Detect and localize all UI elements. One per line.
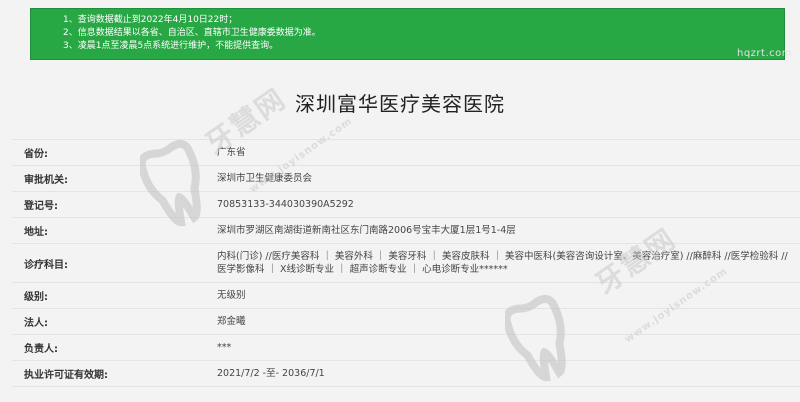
row-label: 级别: [24,292,48,303]
row-label: 执业许可证有效期: [24,370,108,381]
table-row: 诊疗科目: 内科(门诊) //医疗美容科 ｜ 美容外科 ｜ 美容牙科 ｜ 美容皮… [12,244,800,283]
notice-line: 1、查询数据截止到2022年4月10日22时； [63,15,238,25]
row-value: 广东省 [217,147,246,158]
watermark-url-top: hqzrt.com [736,48,792,59]
row-value: *** [217,342,232,353]
row-value: 深圳市罗湖区南湖街道新南社区东门南路2006号宝丰大厦1层1号1-4层 [217,225,516,236]
table-row: 级别: 无级别 [12,283,800,309]
row-label: 负责人: [24,344,58,355]
notice-line: 2、信息数据结果以各省、自治区、直辖市卫生健康委数据为准。 [63,28,321,38]
row-value: 郑金曦 [217,316,246,327]
table-row: 执业许可证有效期: 2021/7/2 -至- 2036/7/1 [12,361,800,387]
table-row: 法人: 郑金曦 [12,309,800,335]
table-row: 地址: 深圳市罗湖区南湖街道新南社区东门南路2006号宝丰大厦1层1号1-4层 [12,218,800,244]
row-value: 深圳市卫生健康委员会 [217,173,313,184]
row-value: 无级别 [217,290,246,301]
table-row: 登记号: 70853133-344030390A5292 [12,192,800,218]
row-label: 登记号: [24,201,58,212]
row-label: 地址: [24,227,48,238]
notice-banner: 1、查询数据截止到2022年4月10日22时； 2、信息数据结果以各省、自治区、… [30,8,785,60]
row-label: 审批机关: [24,175,68,186]
table-row: 审批机关: 深圳市卫生健康委员会 [12,166,800,192]
row-value: 内科(门诊) //医疗美容科 ｜ 美容外科 ｜ 美容牙科 ｜ 美容皮肤科 ｜ 美… [217,251,788,275]
table-row: 省份: 广东省 [12,140,800,166]
row-label: 省份: [24,149,48,160]
row-label: 诊疗科目: [24,259,68,271]
notice-line: 3、凌晨1点至凌晨5点系统进行维护，不能提供查询。 [63,41,279,51]
page-title: 深圳富华医疗美容医院 [295,92,505,116]
row-value: 70853133-344030390A5292 [217,199,354,210]
row-value: 2021/7/2 -至- 2036/7/1 [217,368,325,379]
row-label: 法人: [24,318,48,329]
table-row: 负责人: *** [12,335,800,361]
hospital-info-table: 省份: 广东省 审批机关: 深圳市卫生健康委员会 登记号: 70853133-3… [12,139,800,387]
